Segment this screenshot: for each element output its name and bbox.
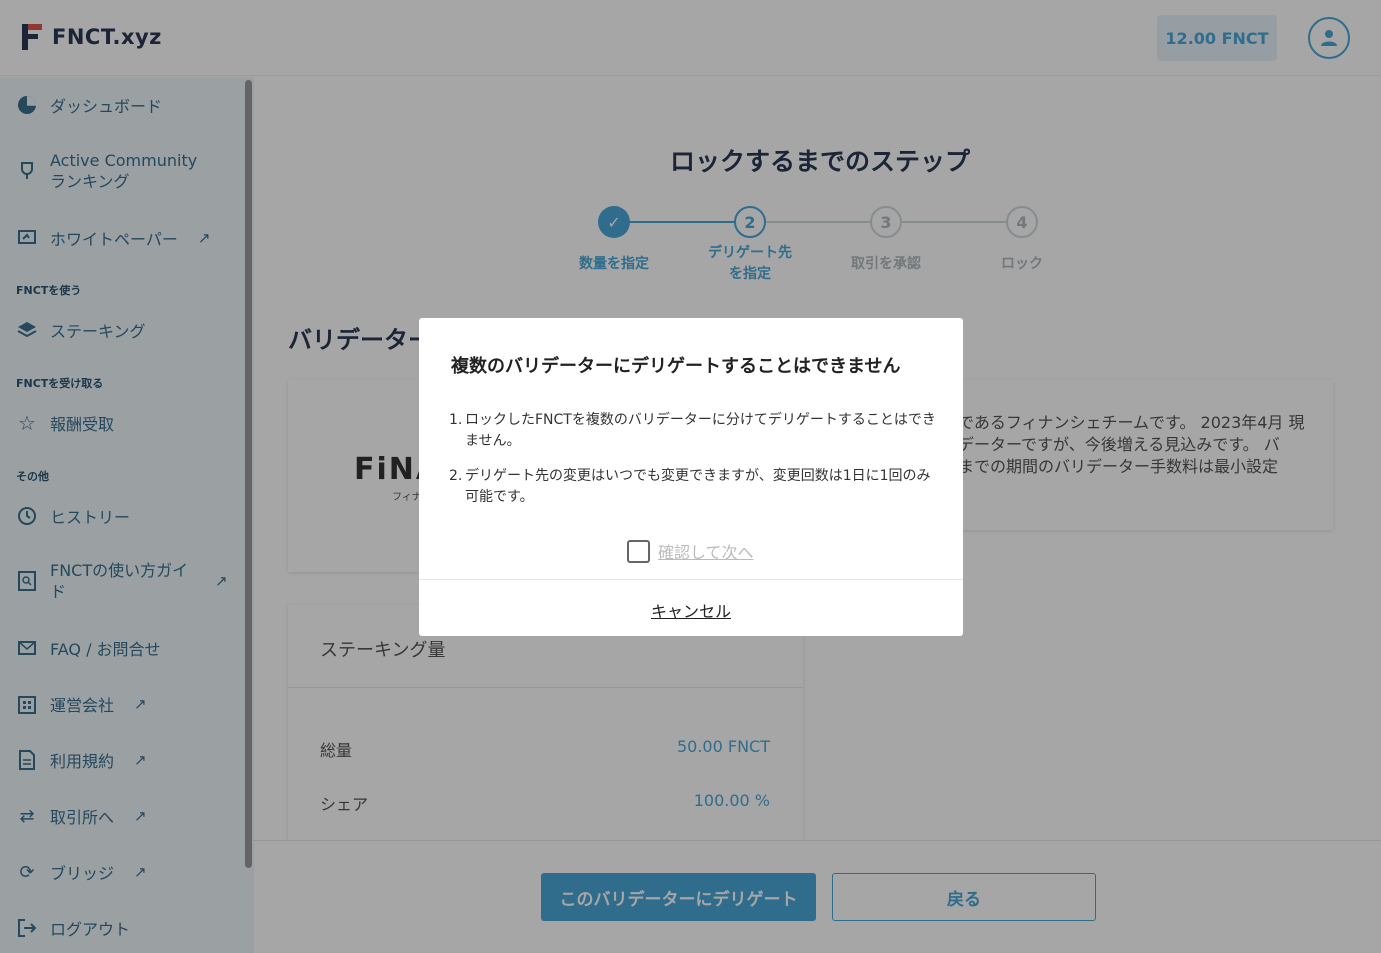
modal-title: 複数のバリデーターにデリゲートすることはできません bbox=[451, 356, 901, 377]
list-item-number: 2. bbox=[449, 468, 463, 484]
list-item: 1. ロックしたFNCTを複数のバリデーターに分けてデリゲートすることはできませ… bbox=[449, 410, 939, 452]
list-item: 2. デリゲート先の変更はいつでも変更できますが、変更回数は1日に1回のみ可能で… bbox=[449, 466, 939, 508]
list-item-text: デリゲート先の変更はいつでも変更できますが、変更回数は1日に1回のみ可能です。 bbox=[465, 468, 931, 505]
list-item-number: 1. bbox=[449, 412, 463, 428]
list-item-text: ロックしたFNCTを複数のバリデーターに分けてデリゲートすることはできません。 bbox=[465, 412, 936, 449]
cancel-button[interactable]: キャンセル bbox=[419, 598, 963, 622]
warning-modal: 複数のバリデーターにデリゲートすることはできません 1. ロックしたFNCTを複… bbox=[419, 318, 963, 636]
confirm-checkbox-row[interactable]: 確認して次へ bbox=[627, 539, 754, 563]
confirm-checkbox[interactable] bbox=[627, 539, 650, 563]
confirm-next-link[interactable]: 確認して次へ bbox=[658, 539, 754, 563]
modal-divider bbox=[419, 579, 963, 580]
modal-notes-list: 1. ロックしたFNCTを複数のバリデーターに分けてデリゲートすることはできませ… bbox=[449, 410, 939, 522]
